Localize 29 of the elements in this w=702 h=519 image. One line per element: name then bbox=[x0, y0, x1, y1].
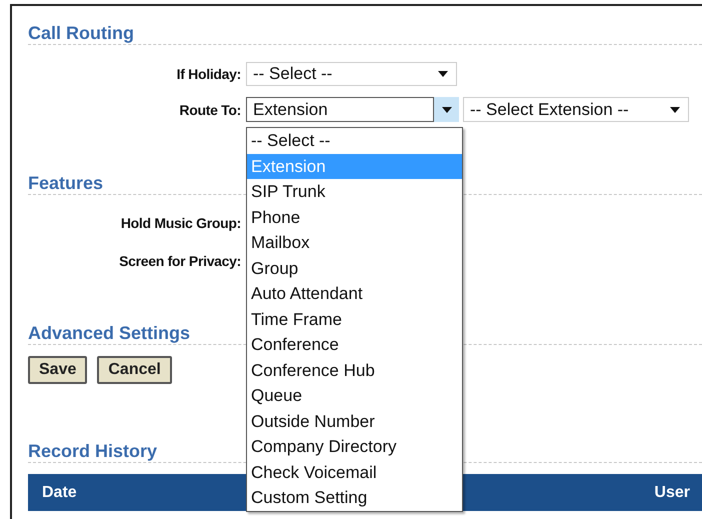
dropdown-option[interactable]: SIP Trunk bbox=[247, 179, 462, 204]
dropdown-option[interactable]: Queue bbox=[247, 383, 462, 408]
column-header: User bbox=[654, 484, 690, 502]
dropdown-option[interactable]: Phone bbox=[247, 204, 462, 230]
dropdown-option[interactable]: Custom Setting bbox=[247, 485, 462, 510]
caret-icon bbox=[438, 71, 448, 77]
column-header: Date bbox=[42, 484, 77, 502]
dropdown-option[interactable]: Mailbox bbox=[247, 230, 462, 256]
section-heading: Call Routing bbox=[28, 22, 702, 45]
cancel-button[interactable]: Cancel bbox=[97, 356, 172, 384]
dropdown-option[interactable]: Conference Hub bbox=[247, 358, 462, 383]
dropdown-option[interactable]: Auto Attendant bbox=[247, 281, 462, 306]
caret-icon bbox=[442, 106, 452, 112]
save-button[interactable]: Save bbox=[28, 356, 88, 384]
dropdown-option[interactable]: Company Directory bbox=[247, 434, 462, 460]
field-label: Screen for Privacy: bbox=[118, 253, 242, 269]
dropdown-option[interactable]: Outside Number bbox=[247, 408, 462, 434]
field-label: Route To: bbox=[178, 102, 242, 118]
field-label: If Holiday: bbox=[176, 66, 242, 82]
dropdown-button[interactable] bbox=[434, 97, 459, 122]
caret-icon bbox=[670, 106, 680, 112]
dropdown-option[interactable]: Group bbox=[247, 256, 462, 281]
dropdown-option[interactable]: -- Select -- bbox=[247, 128, 462, 154]
dropdown-option[interactable]: Check Voicemail bbox=[247, 460, 462, 485]
dropdown-option[interactable]: Time Frame bbox=[247, 306, 462, 332]
select-field[interactable]: -- Select Extension -- bbox=[463, 97, 689, 122]
select-field[interactable]: -- Select -- bbox=[246, 62, 457, 86]
dropdown-option[interactable]: Conference bbox=[247, 332, 462, 358]
field-label: Hold Music Group: bbox=[120, 215, 242, 231]
